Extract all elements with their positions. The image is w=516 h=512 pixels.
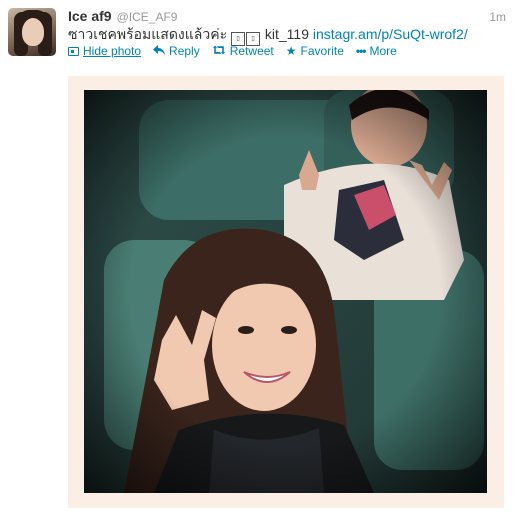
photo-icon xyxy=(68,46,79,56)
more-button[interactable]: ••• More xyxy=(356,44,397,58)
dots-icon: ••• xyxy=(355,44,367,58)
tweet-header: Ice af9 @ICE_AF9 xyxy=(68,8,177,24)
reply-label: Reply xyxy=(169,44,200,58)
retweet-button[interactable]: Retweet xyxy=(212,44,274,58)
reply-arrow-icon xyxy=(153,44,166,58)
tweet-text: ซาวเชคพร้อมแสดงแล้วค่ะ ▯ ▯ kit_119 instag… xyxy=(68,24,508,46)
media-frame xyxy=(68,76,504,508)
author-name[interactable]: Ice af9 xyxy=(68,8,112,24)
tweet-text-body: ซาวเชคพร้อมแสดงแล้วค่ะ xyxy=(68,26,228,42)
emoji-glyphs: ▯ ▯ xyxy=(231,26,261,46)
tweet-actions: Hide photo Reply Retweet ★ Favorite ••• … xyxy=(68,44,409,58)
retweet-label: Retweet xyxy=(229,44,274,58)
reply-button[interactable]: Reply xyxy=(153,44,200,58)
instagram-link[interactable]: instagr.am/p/SuQt-wrof2/ xyxy=(313,26,468,42)
retweet-icon xyxy=(212,44,226,58)
tweet-photo[interactable] xyxy=(84,90,487,493)
avatar[interactable] xyxy=(8,8,56,56)
hide-photo-label: Hide photo xyxy=(83,44,142,58)
mention-text: kit_119 xyxy=(264,26,309,42)
favorite-label: Favorite xyxy=(300,44,344,58)
star-icon: ★ xyxy=(285,44,297,58)
favorite-button[interactable]: ★ Favorite xyxy=(286,44,344,58)
tweet-timestamp[interactable]: 1m xyxy=(489,10,506,24)
more-label: More xyxy=(369,44,397,58)
author-handle[interactable]: @ICE_AF9 xyxy=(117,10,178,24)
hide-photo-button[interactable]: Hide photo xyxy=(68,44,141,58)
